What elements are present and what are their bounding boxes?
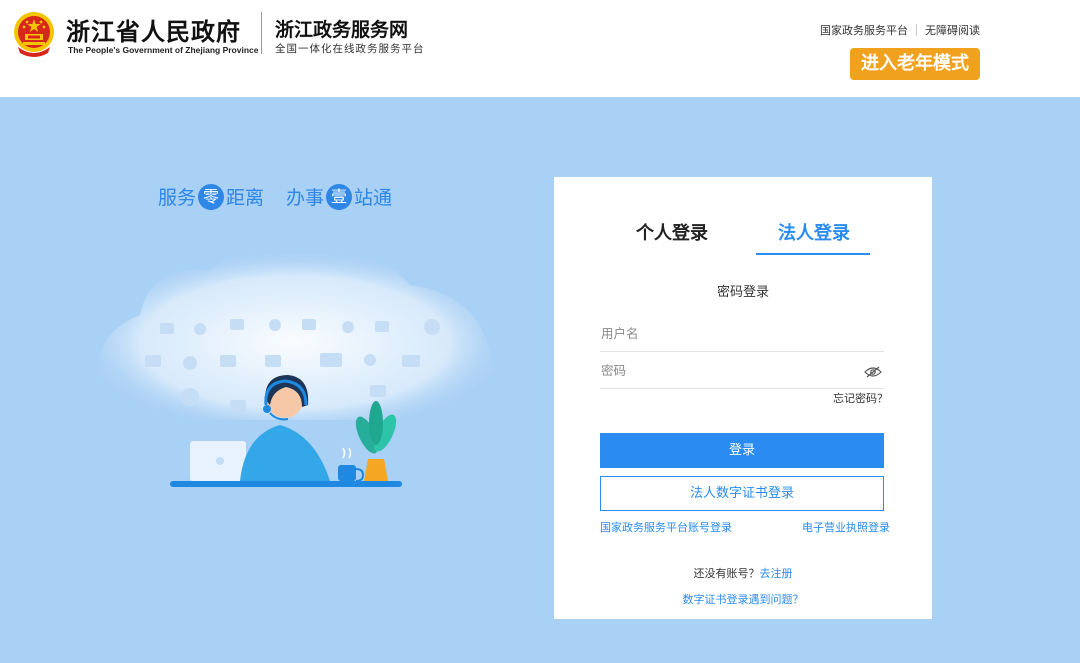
username-field[interactable]: 用户名	[600, 322, 884, 352]
slogan-bubble: 壹	[326, 183, 353, 210]
login-card: 个人登录 法人登录 密码登录 用户名 密码 忘记密码？ 登录 法人数字证书登录 …	[554, 177, 932, 619]
slogan-text: 距离	[226, 187, 265, 209]
link-divider	[916, 24, 917, 36]
national-platform-link[interactable]: 国家政务服务平台	[820, 22, 908, 38]
no-account-row: 还没有账号？去注册	[554, 565, 932, 581]
gov-title: 浙江省人民政府	[66, 17, 241, 46]
site-title[interactable]: 浙江政务服务网	[275, 15, 408, 42]
hero-slogan: 服务 零 距离 办事 壹 站通	[158, 183, 392, 210]
register-link[interactable]: 去注册	[760, 567, 793, 580]
username-placeholder: 用户名	[601, 326, 639, 341]
cert-login-button[interactable]: 法人数字证书登录	[600, 476, 884, 511]
slogan-text: 站通	[354, 187, 393, 209]
password-placeholder: 密码	[601, 363, 627, 378]
active-tab-indicator	[756, 253, 870, 255]
cert-problem-link[interactable]: 数字证书登录遇到问题？	[554, 591, 932, 607]
header-divider	[261, 12, 262, 54]
site-header: 浙江省人民政府 The People's Government of Zheji…	[0, 0, 1080, 97]
tab-corporate-login[interactable]: 法人登录	[778, 219, 850, 245]
eye-icon[interactable]	[864, 366, 882, 378]
slogan-text: 办事	[286, 187, 325, 209]
login-button[interactable]: 登录	[600, 433, 884, 468]
national-emblem-icon	[14, 12, 54, 57]
no-account-text: 还没有账号？	[693, 567, 760, 580]
customer-service-illustration	[93, 247, 496, 487]
password-login-title: 密码登录	[716, 285, 769, 300]
accessibility-link[interactable]: 无障碍阅读	[925, 22, 980, 38]
elder-mode-button[interactable]: 进入老年模式	[850, 48, 980, 80]
tab-personal-login[interactable]: 个人登录	[636, 219, 708, 245]
slogan-text: 服务	[158, 187, 197, 209]
site-subtitle: 全国一体化在线政务服务平台	[275, 43, 425, 55]
business-license-login-link[interactable]: 电子营业执照登录	[802, 519, 890, 535]
slogan-bubble: 零	[198, 183, 225, 210]
top-links: 国家政务服务平台 无障碍阅读	[820, 22, 980, 38]
password-field[interactable]: 密码	[600, 359, 884, 389]
forgot-password-link[interactable]: 忘记密码？	[833, 390, 888, 406]
gov-subtitle: The People's Government of Zhejiang Prov…	[68, 45, 259, 55]
national-platform-login-link[interactable]: 国家政务服务平台账号登录	[600, 519, 732, 535]
